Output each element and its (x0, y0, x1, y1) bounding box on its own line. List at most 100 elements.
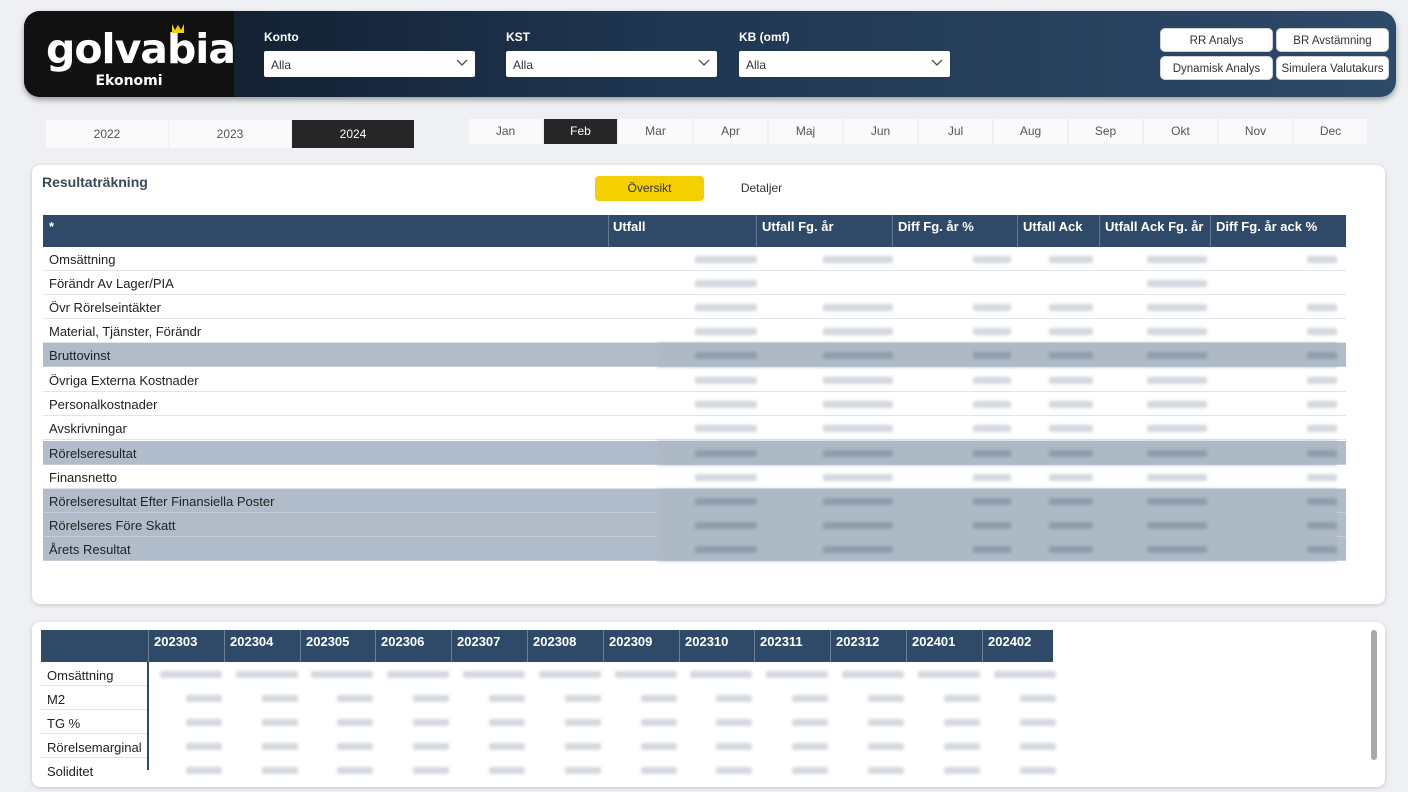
blurred-value (823, 450, 893, 457)
month-aug[interactable]: Aug (994, 119, 1067, 144)
period-header[interactable]: 202306 (381, 634, 424, 649)
blurred-value (868, 743, 904, 750)
column-divider (906, 630, 907, 662)
column-divider (982, 630, 983, 662)
column-header-utfall[interactable]: Utfall (613, 219, 646, 234)
blurred-value (262, 719, 298, 726)
br-avstamning-button[interactable]: BR Avstämning (1276, 28, 1389, 52)
month-jun[interactable]: Jun (844, 119, 917, 144)
column-header-diff-fg-ar-ack[interactable]: Diff Fg. år ack % (1216, 219, 1317, 234)
kpi-row[interactable]: Rörelsemarginal (41, 734, 147, 758)
row-label: Rörelseresultat Efter Finansiella Poster (49, 494, 275, 509)
row-label: Bruttovinst (49, 348, 111, 363)
period-header[interactable]: 202312 (836, 634, 879, 649)
column-divider (679, 630, 680, 662)
blurred-value (1147, 498, 1207, 505)
blurred-value (1147, 328, 1207, 335)
tab-oversikt[interactable]: Översikt (595, 176, 704, 201)
rr-analys-button[interactable]: RR Analys (1160, 28, 1273, 52)
month-feb[interactable]: Feb (544, 119, 617, 144)
filter-konto: Konto Alla (264, 30, 475, 77)
period-header[interactable]: 202311 (760, 634, 803, 649)
year-2022[interactable]: 2022 (46, 120, 168, 148)
blurred-value (539, 671, 601, 678)
blurred-value (262, 695, 298, 702)
blurred-value (1307, 425, 1337, 432)
dynamisk-analys-button[interactable]: Dynamisk Analys (1160, 56, 1273, 80)
blurred-value (695, 256, 757, 263)
period-header[interactable]: 202303 (154, 634, 197, 649)
column-header-utfall-ack[interactable]: Utfall Ack (1023, 219, 1082, 234)
kpi-row[interactable]: M2 (41, 686, 147, 710)
blurred-value (186, 695, 222, 702)
row-label: Avskrivningar (49, 421, 127, 436)
blurred-value (337, 743, 373, 750)
column-header-diff-fg-ar[interactable]: Diff Fg. år % (898, 219, 974, 234)
month-dec[interactable]: Dec (1294, 119, 1367, 144)
kpi-row-label: M2 (47, 692, 66, 707)
month-maj[interactable]: Maj (769, 119, 842, 144)
blurred-value (1147, 401, 1207, 408)
blurred-value (186, 767, 222, 774)
year-2023[interactable]: 2023 (169, 120, 291, 148)
column-divider (1099, 215, 1100, 247)
blurred-value (262, 767, 298, 774)
blurred-value (716, 767, 752, 774)
panel-title: Resultaträkning (42, 174, 148, 190)
kpi-row[interactable]: Omsättning (41, 662, 147, 686)
vertical-scrollbar[interactable] (1371, 630, 1377, 760)
blurred-value (823, 522, 893, 529)
blurred-value (690, 671, 752, 678)
month-okt[interactable]: Okt (1144, 119, 1217, 144)
month-nov[interactable]: Nov (1219, 119, 1292, 144)
blurred-value (973, 450, 1011, 457)
period-header[interactable]: 202308 (533, 634, 576, 649)
blurred-value (695, 546, 757, 553)
column-header-utfall-ack-fg-ar[interactable]: Utfall Ack Fg. år (1105, 219, 1203, 234)
period-header[interactable]: 202309 (609, 634, 652, 649)
period-header[interactable]: 202310 (685, 634, 728, 649)
row-label: Omsättning (49, 252, 116, 267)
blurred-value (489, 719, 525, 726)
period-header[interactable]: 202402 (988, 634, 1031, 649)
column-header-label[interactable]: * (49, 219, 54, 234)
blurred-value (823, 401, 893, 408)
blurred-value (695, 522, 757, 529)
kpi-row[interactable]: Soliditet (41, 758, 147, 779)
filter-konto-select[interactable]: Alla (264, 51, 475, 77)
blurred-value (1049, 546, 1093, 553)
blurred-value (695, 425, 757, 432)
year-2024[interactable]: 2024 (292, 120, 414, 148)
tab-detaljer[interactable]: Detaljer (707, 176, 816, 201)
filter-kst-select[interactable]: Alla (506, 51, 717, 77)
month-jan[interactable]: Jan (469, 119, 542, 144)
column-header-utfall-fg-ar[interactable]: Utfall Fg. år (762, 219, 834, 234)
month-mar[interactable]: Mar (619, 119, 692, 144)
period-header[interactable]: 202307 (457, 634, 500, 649)
blurred-value (792, 719, 828, 726)
period-header[interactable]: 202305 (306, 634, 349, 649)
blurred-value (1147, 522, 1207, 529)
simulera-valutakurs-button[interactable]: Simulera Valutakurs (1276, 56, 1389, 80)
logo: golvabia Ekonomi (24, 11, 236, 97)
blurred-value (1049, 328, 1093, 335)
blurred-value (337, 767, 373, 774)
period-header[interactable]: 202401 (912, 634, 955, 649)
blurred-value (1049, 498, 1093, 505)
blurred-value (413, 767, 449, 774)
blurred-value (186, 719, 222, 726)
blurred-values (657, 247, 1337, 562)
blurred-value (565, 695, 601, 702)
month-apr[interactable]: Apr (694, 119, 767, 144)
blurred-value (695, 498, 757, 505)
header-bar: golvabia Ekonomi Konto Alla KST Alla KB … (24, 11, 1396, 97)
month-sep[interactable]: Sep (1069, 119, 1142, 144)
row-label: Personalkostnader (49, 397, 158, 412)
kpi-row[interactable]: TG % (41, 710, 147, 734)
row-label: Rörelseres Före Skatt (49, 518, 176, 533)
column-divider (830, 630, 831, 662)
filter-kb-select[interactable]: Alla (739, 51, 950, 77)
period-header[interactable]: 202304 (230, 634, 273, 649)
income-statement-panel: Resultaträkning Översikt Detaljer * Utfa… (32, 165, 1385, 604)
month-jul[interactable]: Jul (919, 119, 992, 144)
